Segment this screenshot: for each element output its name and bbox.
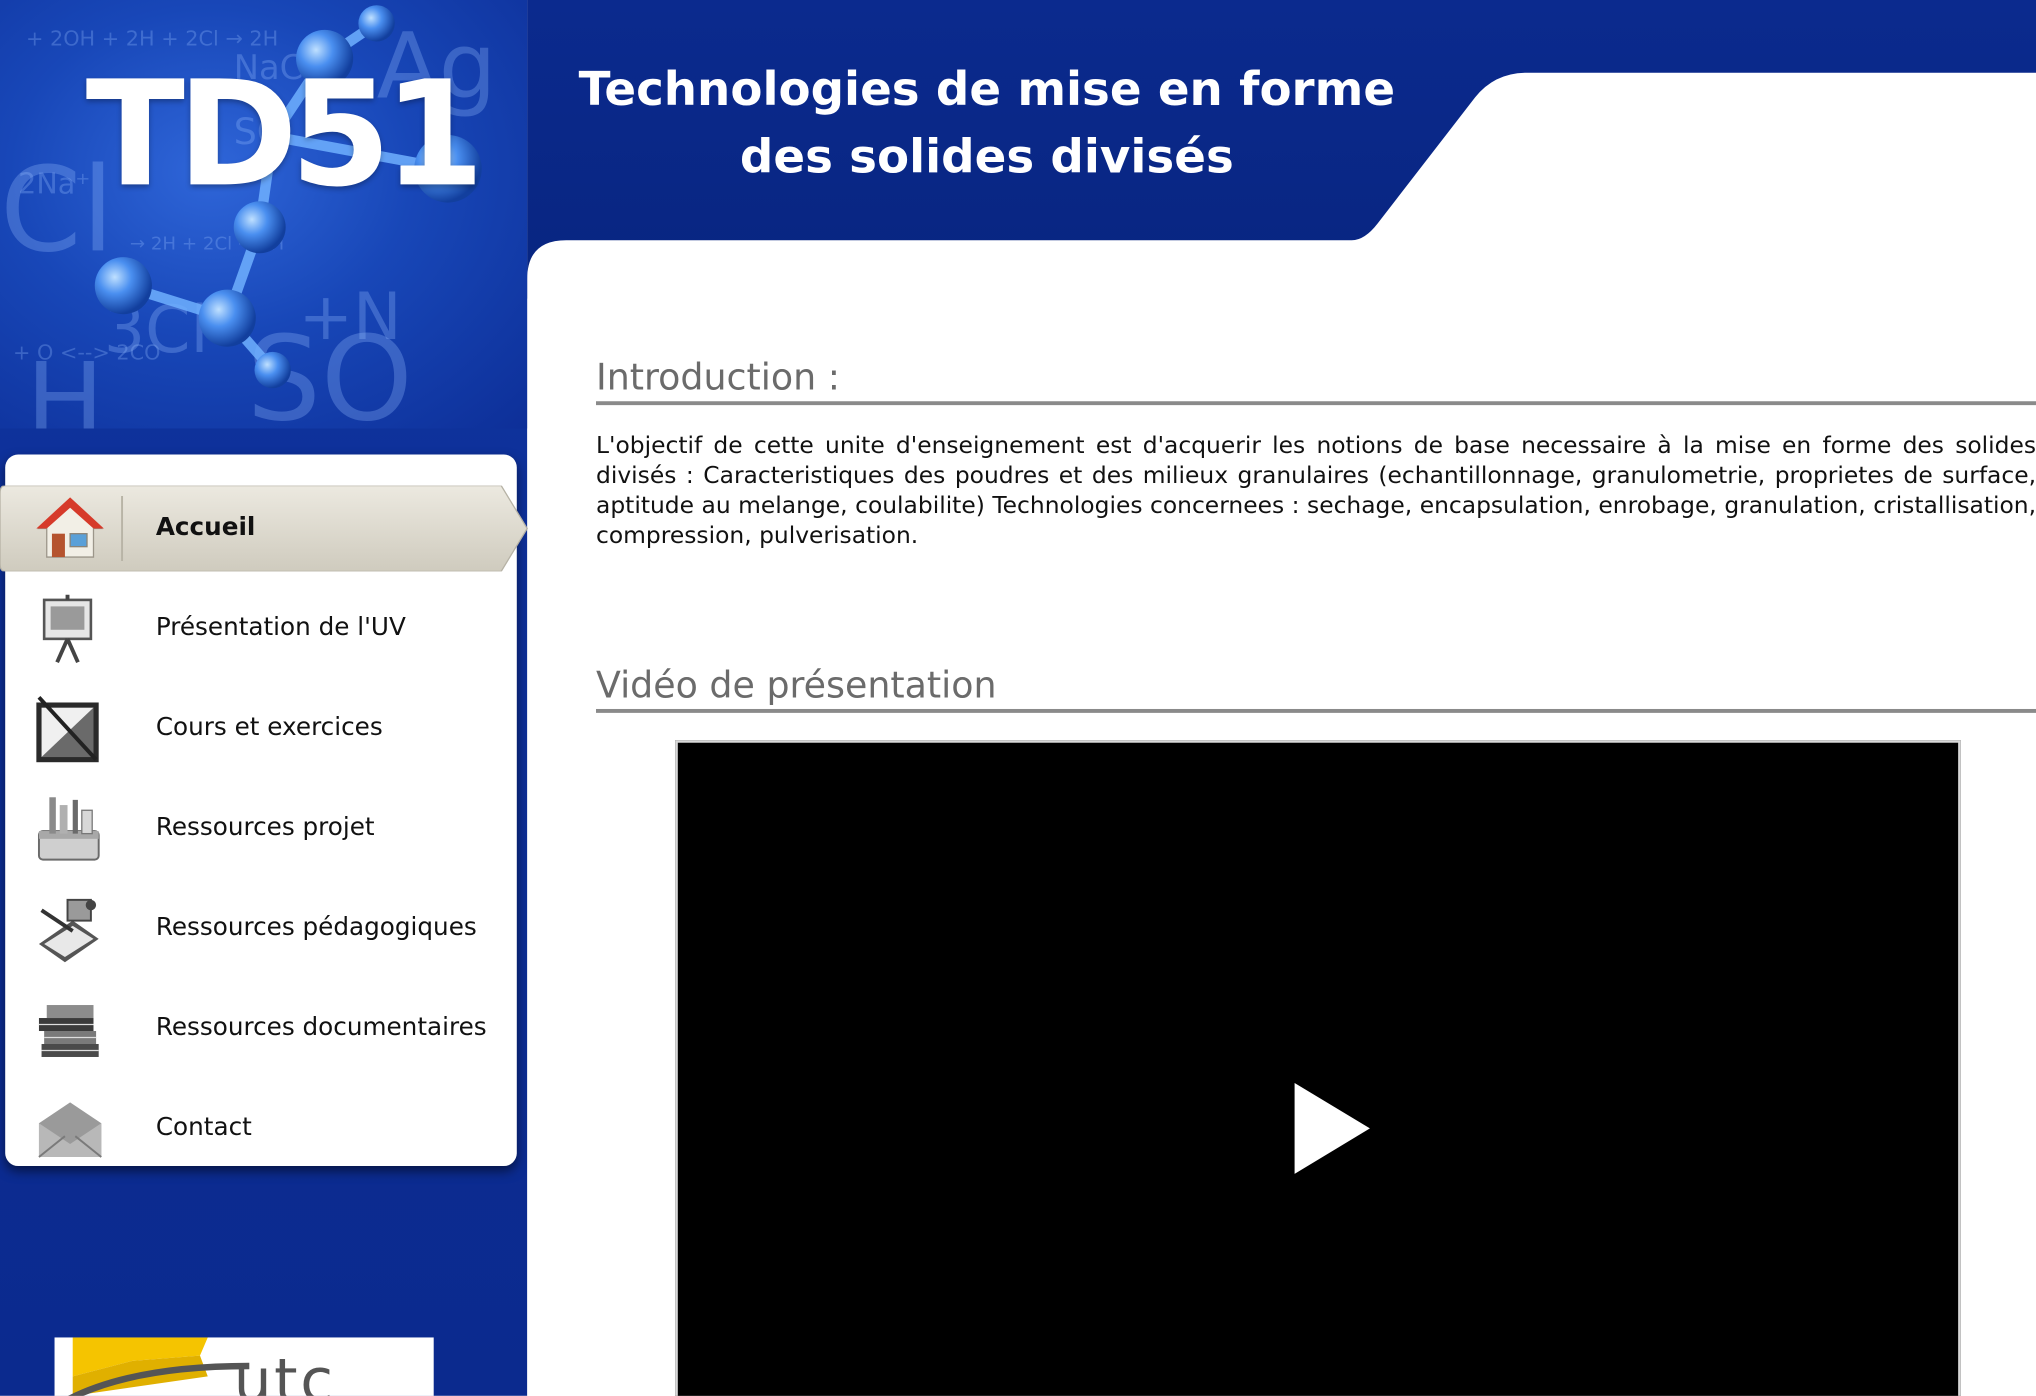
- education-tools-icon: [38, 898, 99, 963]
- drafting-tools-icon: [36, 695, 99, 763]
- nav-label-contact: Contact: [155, 1112, 252, 1142]
- site-title-line-2: des solides divisés: [739, 131, 1234, 185]
- envelope-icon: [38, 1102, 102, 1158]
- chemistry-banner-image: + 2OH + 2H + 2Cl → 2H NaCl Ag Cl SO 2Na⁺…: [0, 0, 528, 429]
- intro-paragraph: L'objectif de cette unite d'enseignement…: [596, 432, 2036, 550]
- nav-item-ressources-projet[interactable]: Ressources projet: [5, 786, 517, 872]
- nav-item-contact[interactable]: Contact: [5, 1086, 517, 1172]
- nav-label-presentation: Présentation de l'UV: [155, 612, 406, 642]
- nav-item-ressources-pedagogiques[interactable]: Ressources pédagogiques: [5, 886, 517, 972]
- presentation-board-icon: [42, 594, 93, 664]
- nav-label-ressources-projet: Ressources projet: [155, 812, 375, 842]
- page: + 2OH + 2H + 2Cl → 2H NaCl Ag Cl SO 2Na⁺…: [0, 0, 2036, 1396]
- nav-label-ressources-documentaires: Ressources documentaires: [155, 1012, 487, 1042]
- intro-heading: Introduction :: [596, 356, 2036, 406]
- books-icon: [38, 1005, 99, 1057]
- nav-item-presentation[interactable]: Présentation de l'UV: [5, 586, 517, 672]
- nav-item-ressources-documentaires[interactable]: Ressources documentaires: [5, 986, 517, 1072]
- nav-label-accueil: Accueil: [155, 512, 256, 542]
- main-navigation: Accueil Présentation de l'UV Cours et ex…: [0, 454, 528, 1167]
- play-icon[interactable]: [1294, 1082, 1370, 1174]
- nav-label-cours: Cours et exercices: [155, 712, 383, 742]
- utc-logo[interactable]: utc: [54, 1337, 434, 1396]
- video-heading: Vidéo de présentation: [596, 664, 2036, 713]
- nav-label-ressources-pedagogiques: Ressources pédagogiques: [155, 912, 477, 942]
- nav-item-accueil[interactable]: Accueil: [5, 486, 517, 572]
- toolbox-icon: [37, 797, 100, 861]
- site-logo[interactable]: TD51: [86, 62, 485, 207]
- nav-item-cours[interactable]: Cours et exercices: [5, 686, 517, 772]
- video-player[interactable]: [675, 740, 1961, 1396]
- home-icon: [36, 497, 104, 558]
- site-title: Technologies de mise en forme des solide…: [571, 57, 1402, 192]
- utc-logo-text: utc: [233, 1345, 336, 1396]
- site-title-line-1: Technologies de mise en forme: [578, 63, 1396, 117]
